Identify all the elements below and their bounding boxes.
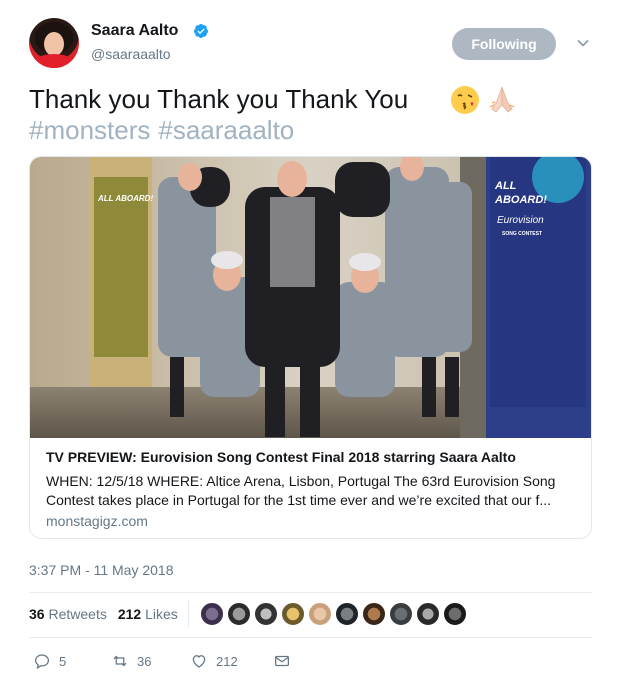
avatar-body (33, 54, 75, 68)
divider (188, 600, 189, 628)
tweet-stats: 36 Retweets 212 Likes (29, 606, 189, 622)
liker-avatar[interactable] (443, 602, 467, 626)
banner-right-line2: ABOARD! (494, 194, 547, 206)
direct-message-button[interactable] (273, 650, 299, 672)
envelope-icon (274, 655, 290, 667)
tweet-text: Thank you Thank you Thank You (29, 84, 409, 114)
banner-left-text: ALL ABOARD! (97, 194, 153, 203)
likes-stat[interactable]: 212 Likes (118, 606, 178, 622)
hashtag-link[interactable]: #saaraaalto (158, 115, 294, 145)
chevron-down-icon[interactable] (576, 36, 590, 50)
hashtags: #monsters #saaraaalto (29, 115, 302, 146)
liker-avatar[interactable] (416, 602, 440, 626)
retweet-button[interactable]: 36 (111, 650, 151, 672)
banner-right-logo: Eurovision (497, 215, 544, 226)
like-button[interactable]: 212 (190, 650, 238, 672)
banner-right-line1: ALL (494, 180, 517, 192)
face-blowing-kiss-icon (451, 86, 479, 114)
card-title[interactable]: TV PREVIEW: Eurovision Song Contest Fina… (46, 449, 516, 465)
user-name[interactable]: Saara Aalto (91, 22, 178, 40)
likes-count: 212 (117, 606, 142, 622)
divider (29, 637, 592, 638)
retweets-count: 36 (29, 606, 45, 622)
liker-avatar[interactable] (335, 602, 359, 626)
liker-avatar[interactable] (227, 602, 251, 626)
liker-avatar[interactable] (254, 602, 278, 626)
divider (29, 592, 592, 593)
hashtag-link[interactable]: #monsters (29, 115, 150, 145)
liker-avatar[interactable] (308, 602, 332, 626)
reply-count: 5 (59, 653, 67, 669)
tweet-detail: Saara Aalto @saaraaalto Following Thank … (0, 0, 630, 687)
liker-avatar[interactable] (389, 602, 413, 626)
retweets-label: Retweets (48, 606, 107, 622)
following-button[interactable]: Following (452, 28, 556, 60)
retweet-icon (113, 655, 127, 667)
folded-hands-icon (489, 86, 515, 113)
heart-icon (192, 655, 206, 668)
card-image[interactable]: ALL ABOARD! ALL ABOARD! Eurovision SONG … (30, 157, 591, 438)
liker-avatar[interactable] (281, 602, 305, 626)
likes-label: Likes (145, 606, 178, 622)
link-card[interactable]: ALL ABOARD! ALL ABOARD! Eurovision SONG … (29, 156, 592, 539)
verified-badge-icon (194, 24, 208, 38)
tweet-timestamp[interactable]: 3:37 PM - 11 May 2018 (29, 562, 173, 578)
user-handle[interactable]: @saaraaalto (91, 46, 171, 62)
card-domain[interactable]: monstagigz.com (46, 513, 148, 529)
reply-button[interactable]: 5 (33, 650, 66, 672)
liker-avatar[interactable] (362, 602, 386, 626)
avatar-face (44, 32, 64, 56)
like-count: 212 (216, 653, 238, 669)
retweets-stat[interactable]: 36 Retweets (29, 606, 107, 622)
retweet-count: 36 (137, 653, 152, 669)
reply-icon (34, 654, 50, 670)
liker-avatars (200, 602, 470, 626)
liker-avatar[interactable] (200, 602, 224, 626)
card-description: WHEN: 12/5/18 WHERE: Altice Arena, Lisbo… (46, 473, 556, 508)
avatar[interactable] (29, 18, 79, 68)
banner-right-sub: SONG CONTEST (502, 231, 542, 237)
